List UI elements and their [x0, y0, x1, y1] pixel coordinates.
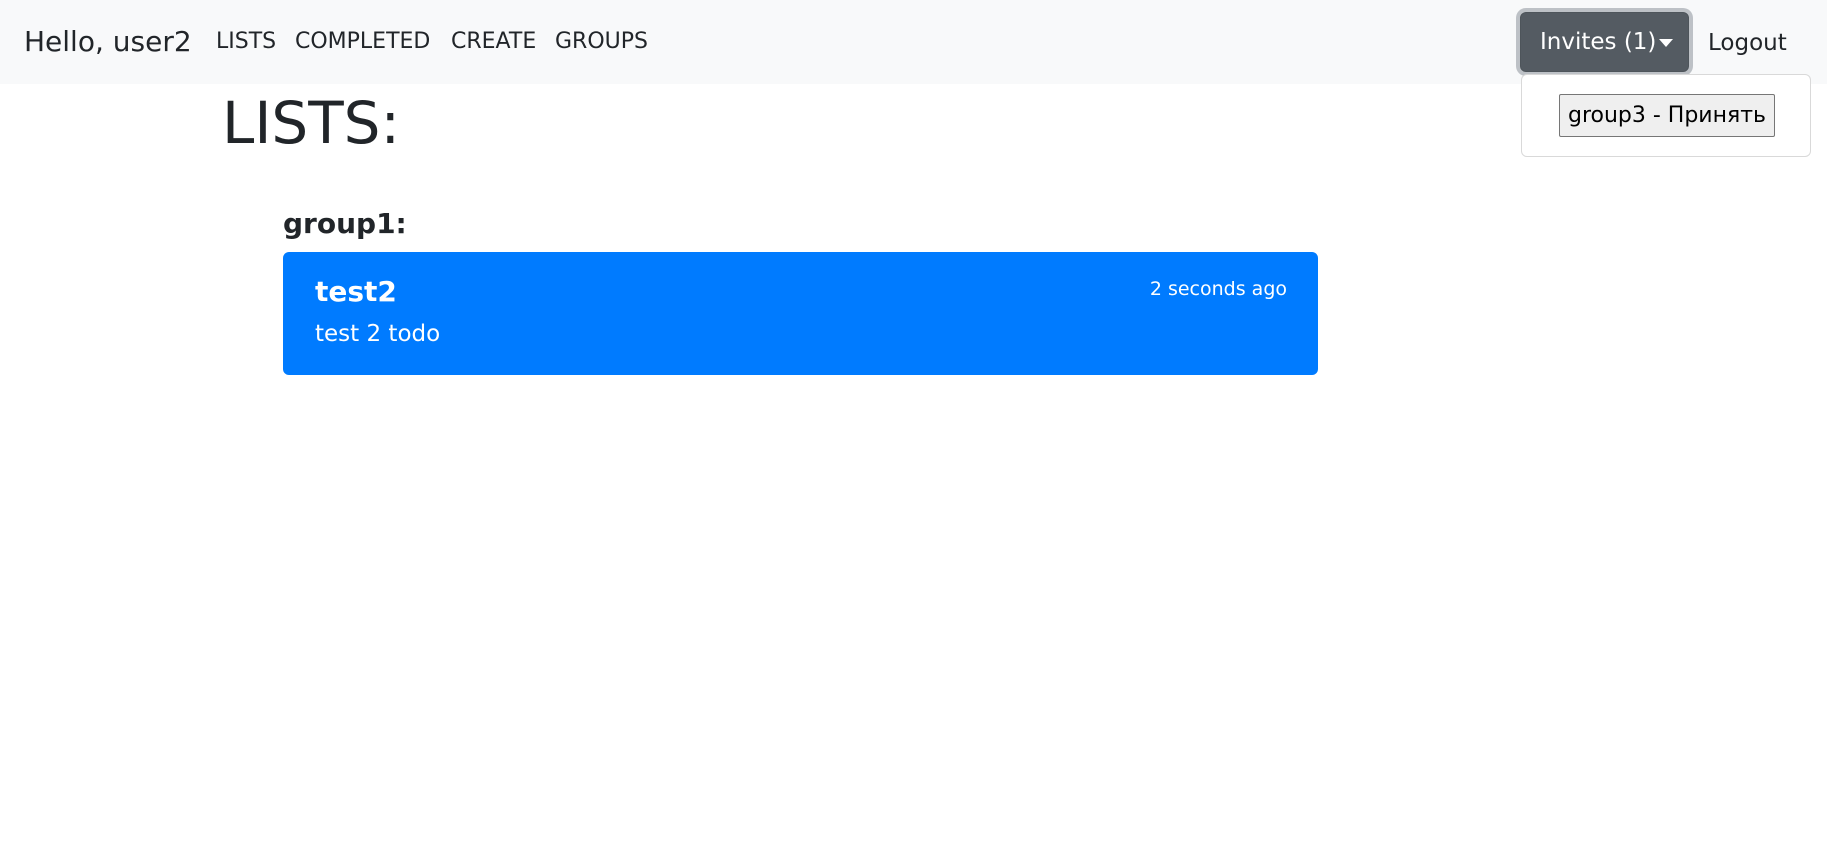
- invites-dropdown-button[interactable]: Invites (1): [1520, 12, 1689, 72]
- nav-link-lists[interactable]: LISTS: [216, 27, 276, 57]
- list-item-title: test2: [315, 275, 397, 308]
- brand-greeting[interactable]: Hello, user2: [24, 24, 192, 60]
- caret-down-icon: [1659, 39, 1673, 47]
- invites-dropdown-menu: group3 - Принять: [1521, 74, 1811, 157]
- list-item[interactable]: test2 2 seconds ago test 2 todo: [283, 252, 1318, 375]
- accept-invite-button[interactable]: group3 - Принять: [1559, 94, 1775, 137]
- page-title: LISTS:: [222, 89, 401, 157]
- nav-link-groups[interactable]: GROUPS: [555, 27, 648, 57]
- nav-link-create[interactable]: CREATE: [451, 27, 536, 57]
- logout-link[interactable]: Logout: [1708, 27, 1787, 59]
- nav-link-completed[interactable]: COMPLETED: [295, 27, 430, 57]
- group-title: group1:: [283, 207, 407, 240]
- list-item-description: test 2 todo: [315, 321, 441, 347]
- list-item-timestamp: 2 seconds ago: [1149, 278, 1287, 300]
- invites-label: Invites (1): [1540, 29, 1657, 55]
- navbar: Hello, user2 LISTS COMPLETED CREATE GROU…: [0, 0, 1827, 84]
